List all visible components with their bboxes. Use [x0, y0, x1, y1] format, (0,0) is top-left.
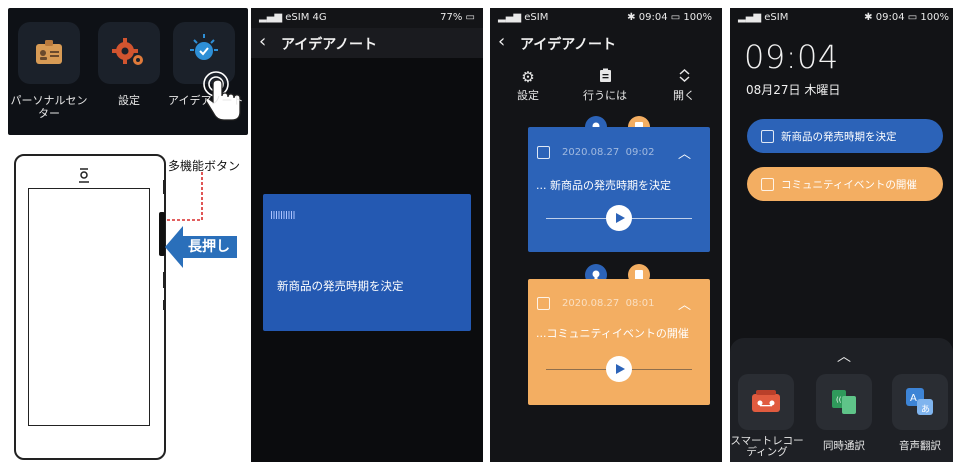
simultaneous-interpretation-app[interactable]: ((: [816, 374, 872, 430]
todo-text: 新商品の発売時期を決定: [781, 131, 897, 143]
personal-center-label: パーソナルセン ター: [10, 94, 88, 120]
signal-icon: ▂▄▆: [738, 12, 762, 23]
signal-icon: ▂▄▆: [498, 12, 522, 23]
toolbar-settings[interactable]: ⚙ 設定: [510, 68, 546, 103]
status-bar-right: 77% ▭: [440, 12, 475, 23]
side-button: [163, 300, 166, 310]
waveform-indicator: [271, 211, 295, 219]
page-title: アイデアノート: [281, 37, 378, 53]
svg-text:((: ((: [836, 396, 842, 404]
header: ‹ アイデアノート: [490, 28, 722, 58]
note-text: ... 新商品の発売時期を決定: [536, 179, 671, 192]
status-bar-left: ▂▄▆ eSIM: [738, 12, 789, 23]
camera-icon: [79, 168, 89, 183]
multi-function-button-label: 多機能ボタン: [168, 159, 241, 173]
simultaneous-interpretation-icon: ((: [832, 390, 856, 414]
note-checkbox[interactable]: [537, 146, 550, 159]
status-bar-left: ▂▄▆ eSIM: [498, 12, 549, 23]
app-launcher: パーソナルセン ター 設定 アイデアノート: [8, 8, 248, 135]
note-checkbox[interactable]: [537, 297, 550, 310]
status-bar-left: ▂▄▆ eSIM 4G: [259, 12, 327, 23]
side-button: [163, 272, 166, 288]
note-card[interactable]: 2020.08.27 08:01 ︿ ...コミュニティイベントの開催: [528, 279, 710, 405]
clipboard-icon: [599, 68, 611, 82]
settings-label: 設定: [118, 94, 140, 107]
recording-text: 新商品の発売時期を決定: [277, 279, 404, 293]
voice-translate-icon: A あ: [906, 388, 933, 415]
bluetooth-icon: ✱: [627, 12, 636, 23]
note-datetime: 2020.08.27 09:02: [562, 147, 655, 158]
svg-text:あ: あ: [921, 404, 930, 415]
toolbar-todo[interactable]: 行うには: [582, 68, 628, 103]
todo-checkbox[interactable]: [761, 130, 774, 143]
simultaneous-interpretation-label: 同時通訳: [823, 440, 865, 452]
gear-icon: ⚙: [521, 68, 535, 86]
recording-screen: ▂▄▆ eSIM 4G 77% ▭ ‹ アイデアノート 新商品の発売時期を決定: [251, 8, 483, 462]
battery-icon: ▭: [907, 12, 918, 23]
settings-app[interactable]: [98, 22, 160, 84]
recorder-icon: [752, 390, 780, 412]
expand-icon: [679, 68, 689, 83]
status-bar-right: ✱ 09:04 ▭ 100%: [627, 12, 712, 23]
todo-checkbox[interactable]: [761, 178, 774, 191]
smart-recording-app[interactable]: [738, 374, 794, 430]
note-datetime: 2020.08.27 08:01: [562, 298, 655, 309]
toolbar-label: 開く: [673, 89, 695, 102]
date: 08月27日 木曜日: [746, 83, 841, 97]
voice-translation-app[interactable]: A あ: [892, 374, 948, 430]
note-text: ...コミュニティイベントの開催: [536, 327, 689, 340]
back-icon[interactable]: ‹: [498, 31, 505, 52]
signal-icon: ▂▄▆: [259, 12, 283, 23]
note-card[interactable]: 2020.08.27 09:02 ︿ ... 新商品の発売時期を決定: [528, 127, 710, 252]
page-title: アイデアノート: [520, 37, 617, 53]
svg-text:A: A: [910, 393, 917, 404]
app-dock: ︿ (( A あ スマートレコー ディング 同時通訳 音声翻訳: [730, 338, 953, 462]
todo-pill[interactable]: 新商品の発売時期を決定: [747, 119, 943, 153]
lock-screen: ▂▄▆ eSIM ✱ 09:04 ▭ 100% 09:04 08月27日 木曜日…: [730, 8, 953, 462]
battery-icon: ▭: [465, 12, 475, 23]
callout-line: [166, 172, 203, 221]
gears-icon: [112, 38, 143, 65]
todo-text: コミュニティイベントの開催: [781, 179, 917, 191]
toolbar-label: 設定: [517, 89, 539, 102]
collapse-icon[interactable]: ︿: [678, 143, 691, 162]
play-button[interactable]: [606, 205, 632, 231]
collapse-icon[interactable]: ︿: [678, 294, 691, 313]
bluetooth-icon: ✱: [864, 12, 873, 23]
play-button[interactable]: [606, 356, 632, 382]
back-icon[interactable]: ‹: [259, 31, 266, 52]
header: ‹ アイデアノート: [251, 28, 483, 58]
long-press-label: 長押し: [188, 239, 230, 255]
expand-up-icon[interactable]: ︿: [837, 346, 851, 366]
todo-pill[interactable]: コミュニティイベントの開催: [747, 167, 943, 201]
toolbar-label: 行うには: [583, 89, 627, 102]
idea-note-list-screen: ▂▄▆ eSIM ✱ 09:04 ▭ 100% ‹ アイデアノート ⚙ 設定 行…: [490, 8, 722, 462]
status-bar-right: ✱ 09:04 ▭ 100%: [864, 12, 949, 23]
battery-icon: ▭: [670, 12, 681, 23]
clock: 09:04: [744, 38, 839, 76]
idea-note-label: アイデアノート: [168, 94, 244, 107]
personal-center-app[interactable]: [18, 22, 80, 84]
toolbar-open[interactable]: 開く: [666, 68, 702, 103]
voice-translation-label: 音声翻訳: [899, 440, 941, 452]
recording-card: 新商品の発売時期を決定: [263, 194, 471, 331]
id-card-icon: [36, 40, 62, 64]
smart-recording-label: スマートレコー ディング: [730, 435, 804, 458]
device-screen: [28, 188, 150, 426]
